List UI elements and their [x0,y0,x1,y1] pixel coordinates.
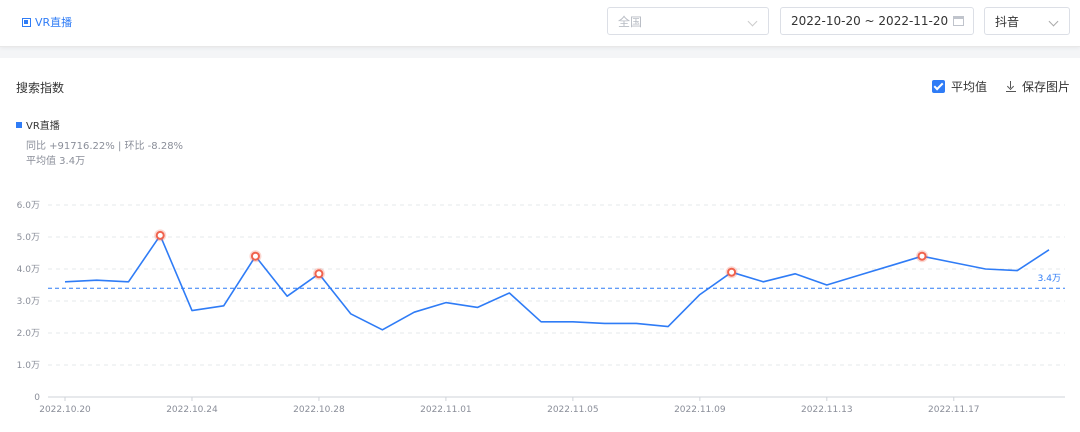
y-tick-label: 0 [34,393,40,403]
highlight-point [314,269,324,279]
x-tick-label: 2022.10.20 [39,405,91,415]
highlight-point [917,251,927,261]
y-tick-label: 2.0万 [17,329,40,339]
y-tick-label: 6.0万 [17,201,40,211]
y-tick-label: 3.0万 [17,297,40,307]
y-tick-label: 4.0万 [17,265,40,275]
highlight-point [250,251,260,261]
x-tick-label: 2022.11.09 [674,405,726,415]
series-line [64,234,1050,331]
highlight-point [727,267,737,277]
y-tick-label: 5.0万 [17,233,40,243]
x-tick-label: 2022.11.05 [547,405,599,415]
x-tick-label: 2022.10.24 [166,405,218,415]
line-chart: 0 1.0万 2.0万 3.0万 4.0万 5.0万 6.0万 2022.10.20 2022.… [17,201,1065,415]
x-tick-label: 2022.11.01 [420,405,472,415]
average-line-label: 3.4万 [1038,274,1061,284]
x-tick-label: 2022.11.13 [801,405,853,415]
x-tick-label: 2022.11.17 [928,405,980,415]
highlight-point [155,230,165,240]
x-tick-label: 2022.10.28 [293,405,345,415]
y-tick-label: 1.0万 [17,361,40,371]
